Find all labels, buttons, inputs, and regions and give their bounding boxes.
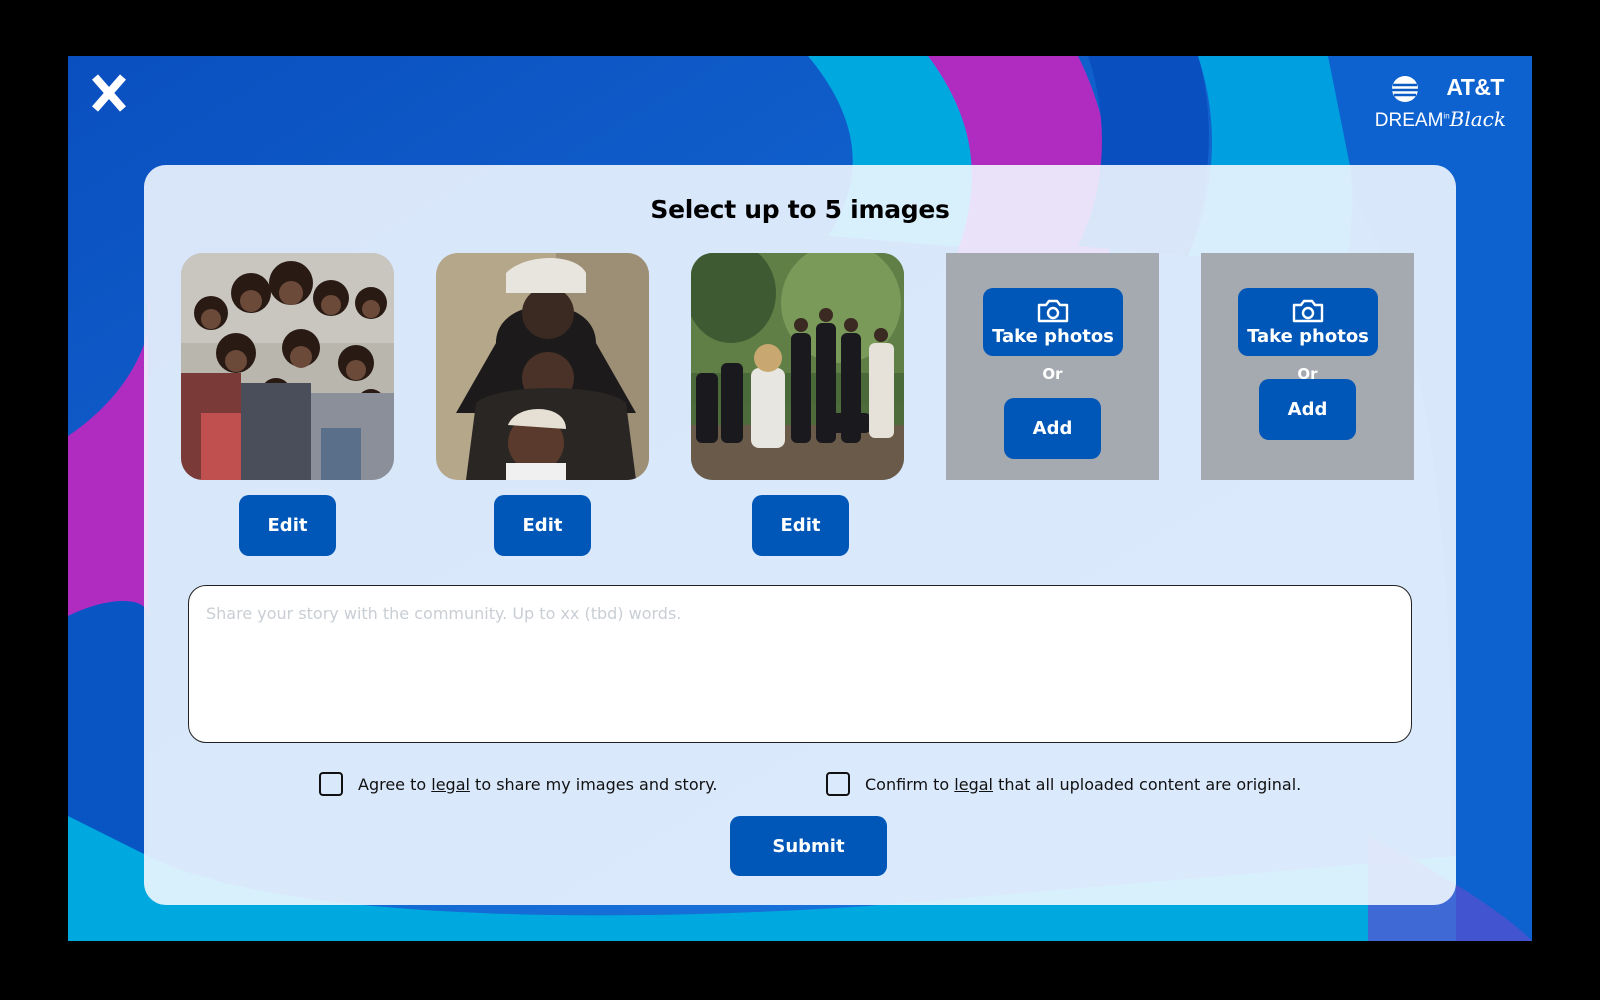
stacked-portrait-photo <box>436 253 649 480</box>
att-dream-in-black-logo: AT&T DREAMinBlack <box>1372 74 1508 136</box>
confirm-checkbox[interactable] <box>826 772 850 796</box>
add-button-2[interactable]: Add <box>1259 379 1356 440</box>
confirm-suffix: that all uploaded content are original. <box>993 774 1302 794</box>
agree-legal-row: Agree to legal to share my images and st… <box>319 772 717 796</box>
att-globe-icon <box>1392 76 1418 102</box>
empty-image-slot-2: Take photos Or Add <box>1201 253 1414 480</box>
upload-screen: AT&T DREAMinBlack Select up to 5 images <box>68 56 1532 941</box>
card-title: Select up to 5 images <box>650 195 950 224</box>
agree-checkbox[interactable] <box>319 772 343 796</box>
brand-dream: DREAM <box>1374 110 1444 131</box>
brand-tagline: DREAMinBlack <box>1375 107 1506 132</box>
brand-att: AT&T <box>1446 74 1504 100</box>
take-photos-button-1[interactable]: Take photos <box>983 288 1123 356</box>
confirm-prefix: Confirm to <box>865 774 955 794</box>
close-icon <box>91 74 127 112</box>
upload-card: Select up to 5 images Edit Edit Edit Tak… <box>144 165 1456 905</box>
agree-legal-link[interactable]: legal <box>431 775 470 794</box>
take-photos-label-2: Take photos <box>1247 325 1369 347</box>
photo-thumbnail-3[interactable] <box>691 253 904 480</box>
agree-prefix: Agree to <box>358 774 432 794</box>
camera-icon <box>1037 299 1069 322</box>
brand-black: Black <box>1449 107 1506 131</box>
take-photos-label-1: Take photos <box>992 325 1114 347</box>
or-label-1: Or <box>1042 365 1063 383</box>
confirm-legal-row: Confirm to legal that all uploaded conte… <box>826 772 1301 796</box>
agree-suffix: to share my images and story. <box>469 774 718 794</box>
submit-button[interactable]: Submit <box>730 816 887 876</box>
empty-image-slot-1: Take photos Or Add <box>946 253 1159 480</box>
edit-button-2[interactable]: Edit <box>494 495 591 556</box>
confirm-legal-link[interactable]: legal <box>954 775 993 794</box>
family-group-photo <box>181 253 394 480</box>
story-textarea[interactable] <box>188 585 1412 743</box>
photo-thumbnail-1[interactable] <box>181 253 394 480</box>
edit-button-1[interactable]: Edit <box>239 495 336 556</box>
close-button[interactable] <box>91 74 127 112</box>
garden-group-photo <box>691 253 904 480</box>
add-button-1[interactable]: Add <box>1004 398 1101 459</box>
take-photos-button-2[interactable]: Take photos <box>1238 288 1378 356</box>
photo-thumbnail-2[interactable] <box>436 253 649 480</box>
edit-button-3[interactable]: Edit <box>752 495 849 556</box>
camera-icon <box>1292 299 1324 322</box>
